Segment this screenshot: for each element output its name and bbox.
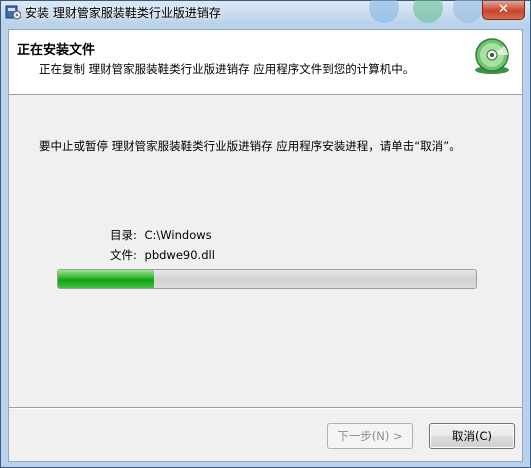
window-title: 安装 理财管家服装鞋类行业版进销存 (25, 6, 221, 20)
footer-separator (9, 407, 522, 409)
file-label: 文件: (110, 248, 137, 262)
file-line: 文件: pbdwe90.dll (110, 247, 215, 263)
installer-window: 安装 理财管家服装鞋类行业版进销存 ✕ 正在安装文件 正在复制 理财管家服装鞋类… (0, 0, 531, 468)
next-button[interactable]: 下一步(N) > (327, 423, 413, 449)
cancel-instruction: 要中止或暂停 理财管家服装鞋类行业版进销存 应用程序安装进程，请单击“取消”。 (39, 139, 461, 153)
directory-value: C:\Windows (144, 228, 212, 242)
page-subtitle: 正在复制 理财管家服装鞋类行业版进销存 应用程序文件到您的计算机中。 (39, 62, 415, 76)
directory-label: 目录: (110, 228, 137, 242)
installer-app-icon (5, 4, 22, 20)
background-blob (369, 0, 399, 23)
page-title: 正在安装文件 (17, 43, 96, 58)
background-blob (413, 0, 443, 23)
progress-fill (58, 270, 155, 288)
wizard-header: 正在安装文件 正在复制 理财管家服装鞋类行业版进销存 应用程序文件到您的计算机中… (9, 30, 522, 95)
directory-line: 目录: C:\Windows (110, 227, 212, 243)
title-bar[interactable]: 安装 理财管家服装鞋类行业版进销存 ✕ (1, 0, 530, 23)
background-blob (453, 0, 483, 23)
wizard-client-area: 正在安装文件 正在复制 理财管家服装鞋类行业版进销存 应用程序文件到您的计算机中… (8, 29, 523, 462)
file-value: pbdwe90.dll (144, 248, 215, 262)
close-button[interactable]: ✕ (482, 1, 525, 20)
cd-install-icon (472, 36, 512, 76)
install-progress-bar (57, 269, 477, 289)
cancel-button[interactable]: 取消(C) (429, 423, 515, 449)
